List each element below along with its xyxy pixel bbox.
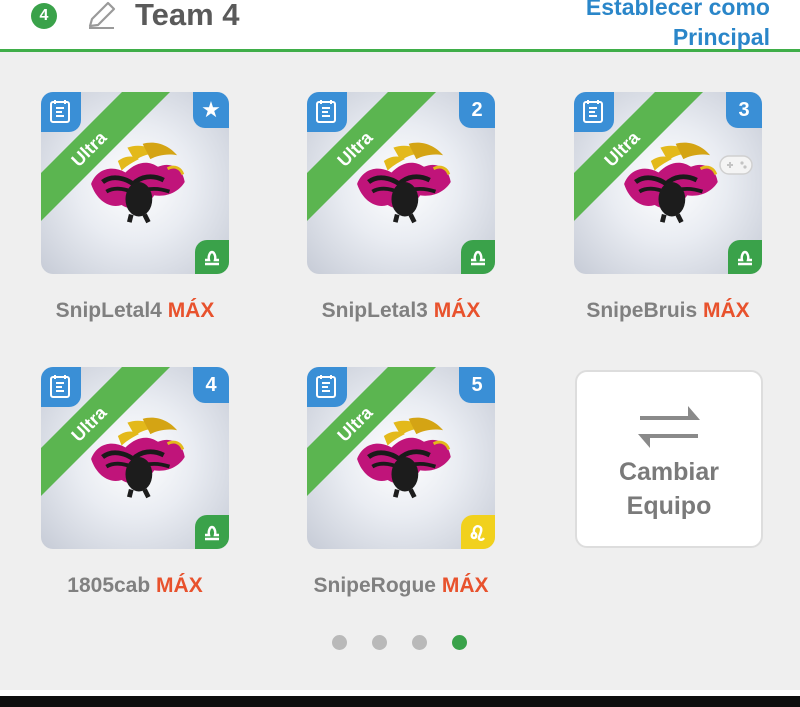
- level-max-label: MÁX: [441, 574, 489, 597]
- page-dot-2[interactable]: [372, 635, 387, 650]
- monster-name: 1805cab: [67, 574, 151, 597]
- details-tag[interactable]: [41, 367, 81, 407]
- monster-card-4[interactable]: Ultra 4: [41, 367, 229, 549]
- team-number-badge: 4: [31, 3, 57, 29]
- slot-number-badge: 4: [193, 367, 229, 403]
- slot-number-badge: 5: [459, 367, 495, 403]
- monster-name-3: SnipeBruis MÁX: [548, 299, 788, 323]
- leader-star-badge: ★: [193, 92, 229, 128]
- slot-number-badge: 3: [726, 92, 762, 128]
- level-max-label: MÁX: [703, 299, 750, 322]
- set-main-line2: Principal: [672, 24, 770, 50]
- libra-icon: [203, 250, 221, 266]
- level-max-label: MÁX: [433, 299, 481, 322]
- page-dot-1[interactable]: [332, 635, 347, 650]
- document-icon: [316, 99, 336, 123]
- monster-name: SnipeBruis: [586, 299, 698, 322]
- monster-name: SnipLetal4: [55, 299, 162, 322]
- page-dot-4-active[interactable]: [452, 635, 467, 650]
- gamepad-icon: [719, 155, 753, 175]
- set-as-main-link[interactable]: Establecer como Principal: [586, 0, 770, 52]
- monster-name: SnipeRogue: [313, 574, 436, 597]
- page-dot-3[interactable]: [412, 635, 427, 650]
- element-badge: [461, 515, 495, 549]
- libra-icon: [469, 250, 487, 266]
- details-tag[interactable]: [41, 92, 81, 132]
- monster-name-4: 1805cab MÁX: [15, 574, 255, 598]
- monster-name-1: SnipLetal4 MÁX: [15, 299, 255, 323]
- element-badge: [461, 240, 495, 274]
- switch-label-line2: Equipo: [626, 492, 712, 520]
- element-badge: [195, 240, 229, 274]
- team-name[interactable]: Team 4: [135, 0, 240, 33]
- monster-name-2: SnipLetal3 MÁX: [281, 299, 521, 323]
- document-icon: [50, 99, 70, 123]
- slot-number-badge: 2: [459, 92, 495, 128]
- details-tag[interactable]: [307, 92, 347, 132]
- page-indicator: [332, 635, 472, 651]
- monster-card-5[interactable]: Ultra 5: [307, 367, 495, 549]
- element-badge: [728, 240, 762, 274]
- level-max-label: MÁX: [156, 574, 203, 597]
- monster-card-3[interactable]: Ultra 3: [574, 92, 762, 274]
- set-main-line1: Establecer como: [585, 0, 770, 20]
- team-header: 4 Team 4 Establecer como Principal: [0, 0, 800, 52]
- pencil-icon[interactable]: [84, 0, 118, 30]
- element-badge: [195, 515, 229, 549]
- document-icon: [583, 99, 603, 123]
- libra-icon: [203, 525, 221, 541]
- libra-icon: [736, 250, 754, 266]
- document-icon: [316, 374, 336, 398]
- leo-icon: [470, 525, 486, 542]
- monster-card-2[interactable]: Ultra 2: [307, 92, 495, 274]
- details-tag[interactable]: [574, 92, 614, 132]
- swap-arrows-icon: [638, 406, 700, 448]
- switch-team-button[interactable]: Cambiar Equipo: [575, 370, 763, 548]
- details-tag[interactable]: [307, 367, 347, 407]
- monster-name: SnipLetal3: [321, 299, 428, 322]
- monster-name-5: SnipeRogue MÁX: [281, 574, 521, 598]
- monster-card-1[interactable]: Ultra ★: [41, 92, 229, 274]
- bottom-bar: [0, 696, 800, 707]
- document-icon: [50, 374, 70, 398]
- level-max-label: MÁX: [167, 299, 215, 322]
- switch-label-line1: Cambiar: [618, 458, 720, 486]
